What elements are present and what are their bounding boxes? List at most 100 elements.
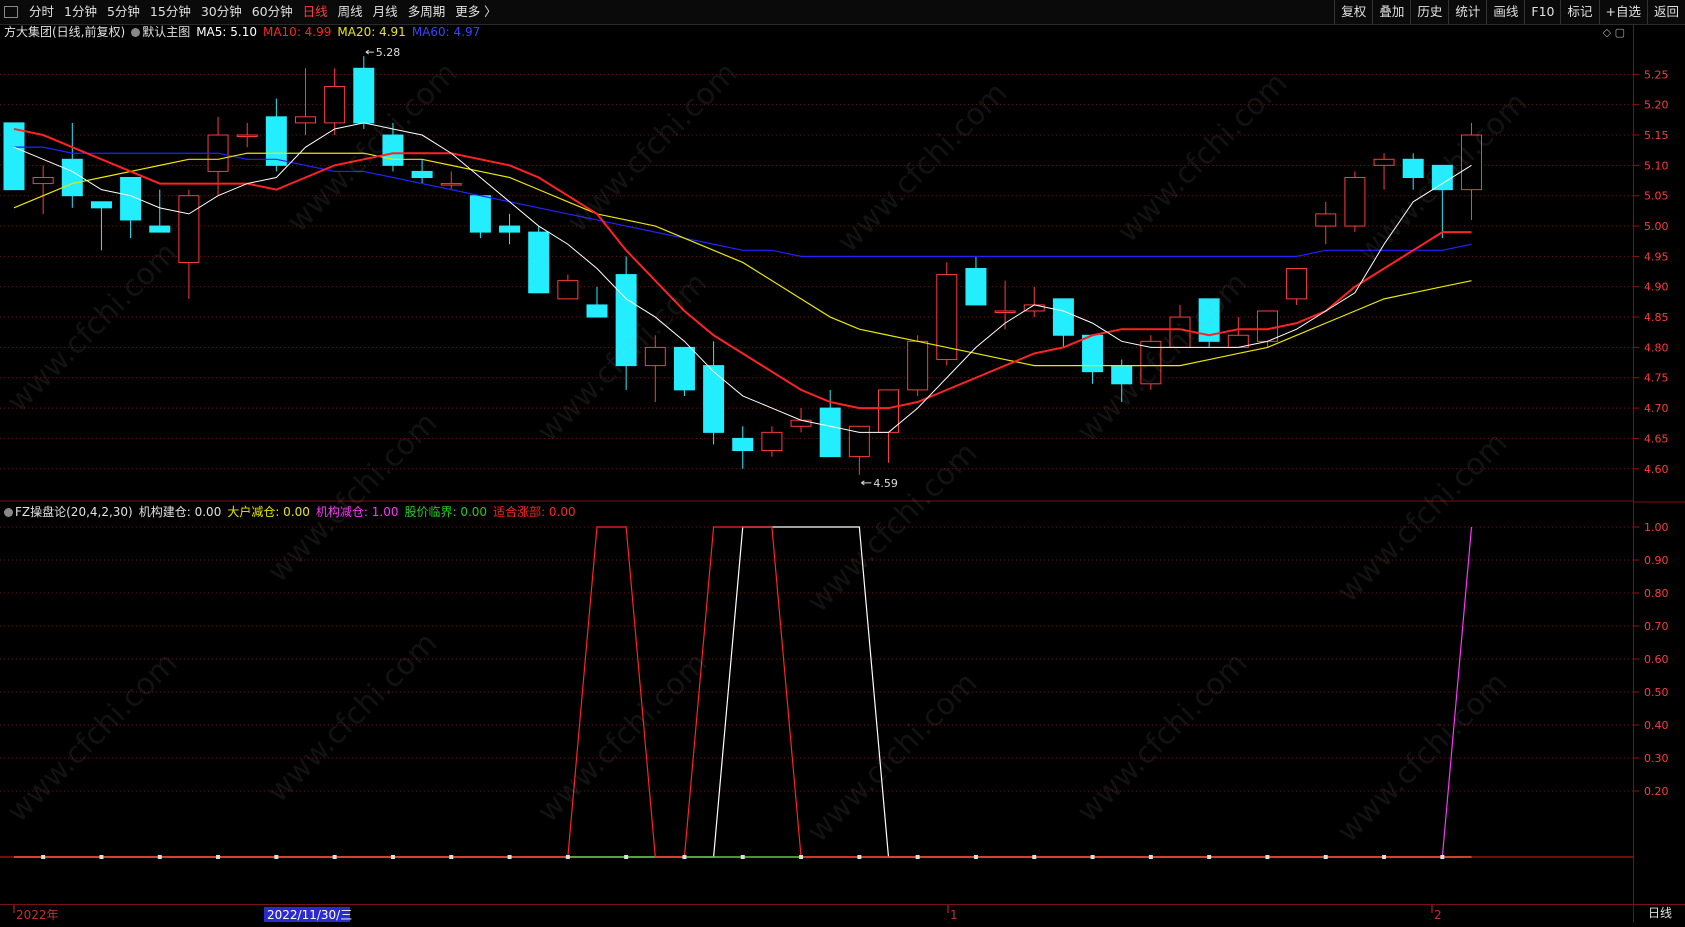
tool-button-7[interactable]: +自选: [1598, 0, 1647, 24]
ind-marker-7: [216, 855, 221, 859]
ind-tick-label-4: 0.60: [1644, 653, 1669, 666]
indicator-chart[interactable]: [0, 502, 1633, 904]
period-label[interactable]: 日线: [1633, 904, 1685, 923]
ind-tick-label-6: 0.40: [1644, 719, 1669, 732]
candle-body-38: [1111, 365, 1133, 385]
tool-button-1[interactable]: 叠加: [1372, 0, 1410, 24]
price-axis[interactable]: 5.25 5.20 5.15 5.10 5.05 5.00 4.95 4.90 4.85 4.80…: [1633, 24, 1685, 904]
indicator-name-text: FZ操盘论(20,4,2,30): [15, 505, 133, 519]
tool-button-8[interactable]: 返回: [1646, 0, 1685, 24]
price-tick-label-2: 5.15: [1644, 129, 1669, 142]
ind-marker-13: [390, 855, 395, 859]
period-tab-4[interactable]: 30分钟: [196, 0, 247, 24]
template-label[interactable]: 默认主图: [131, 24, 190, 40]
ind-marker-35: [1032, 855, 1037, 859]
ma60-line: [14, 146, 1472, 257]
price-tick-label-6: 4.95: [1644, 250, 1669, 263]
indicator-panel[interactable]: FZ操盘论(20,4,2,30) 机构建仓: 0.00 大户减仓: 0.00 机…: [0, 502, 1633, 904]
high-marker-arrow: [365, 49, 374, 55]
price-tick-label-0: 5.25: [1644, 68, 1669, 81]
tool-button-6[interactable]: 标记: [1560, 0, 1598, 24]
candle-body-3: [90, 201, 112, 209]
main-chart-panel[interactable]: 5.28 4.59 方大集团(日线,前复权) 默认主图 MA5: 5.10 MA1…: [0, 24, 1633, 502]
candle-body-8: [236, 134, 258, 138]
price-tick-label-12: 4.65: [1644, 432, 1669, 445]
candle-body-44: [1286, 268, 1308, 300]
ind-marker-15: [449, 855, 454, 859]
time-label-1: 2022/11/30/三: [267, 908, 352, 922]
ind-marker-45: [1323, 855, 1328, 859]
time-label-2: 1: [950, 908, 958, 922]
ind-marker-1: [41, 855, 46, 859]
ind-marker-43: [1265, 855, 1270, 859]
candle-body-35: [1023, 304, 1045, 312]
candle-body-0: [3, 122, 25, 191]
low-marker-arrow: [861, 480, 872, 486]
ind-marker-17: [507, 855, 512, 859]
candle-body-14: [411, 170, 433, 178]
inst-reduce-label: 机构减仓: 1.00: [315, 505, 399, 519]
ind-marker-5: [157, 855, 162, 859]
ind-marker-9: [274, 855, 279, 859]
period-tab-8[interactable]: 月线: [368, 0, 403, 24]
big-reduce-label: 大户减仓: 0.00: [227, 505, 310, 519]
indicator-info-bar: FZ操盘论(20,4,2,30) 机构建仓: 0.00 大户减仓: 0.00 机…: [4, 504, 576, 520]
ind-marker-27: [799, 855, 804, 859]
tool-button-4[interactable]: 画线: [1486, 0, 1524, 24]
window-icon[interactable]: ▢: [1615, 26, 1625, 39]
candle-body-13: [382, 134, 404, 166]
period-tab-7[interactable]: 周线: [333, 0, 368, 24]
period-tab-3[interactable]: 15分钟: [145, 0, 196, 24]
high-marker-label: 5.28: [376, 46, 401, 59]
diamond-icon[interactable]: ◇: [1603, 26, 1611, 39]
period-tab-1[interactable]: 1分钟: [59, 0, 102, 24]
period-tab-6[interactable]: 日线: [298, 0, 333, 24]
price-tick-label-9: 4.80: [1644, 341, 1669, 354]
tool-buttons: 复权 叠加 历史 统计 画线 F10 标记 +自选 返回: [1334, 0, 1685, 24]
price-tick-label-13: 4.60: [1644, 463, 1669, 476]
candle-body-47: [1373, 158, 1395, 166]
ind-marker-37: [1090, 855, 1095, 859]
ind-marker-39: [1148, 855, 1153, 859]
ma10-line: [13, 127, 1472, 410]
stock-label: 方大集团(日线,前复权): [4, 25, 126, 39]
candle-body-19: [557, 280, 579, 300]
price-tick-label-3: 5.10: [1644, 159, 1669, 172]
ind-tick-label-5: 0.50: [1644, 686, 1669, 699]
tool-button-0[interactable]: 复权: [1334, 0, 1372, 24]
menu-icon[interactable]: [4, 6, 18, 18]
candlestick-chart[interactable]: 5.28 4.59: [0, 24, 1633, 502]
ma20-label: MA20: 4.91: [337, 25, 406, 39]
period-tab-5[interactable]: 60分钟: [247, 0, 298, 24]
ind-marker-29: [857, 855, 862, 859]
ma60-label: MA60: 4.97: [411, 25, 481, 39]
ind-tick-label-3: 0.70: [1644, 620, 1669, 633]
period-tab-2[interactable]: 5分钟: [102, 0, 145, 24]
candle-body-26: [761, 431, 783, 452]
price-critical-label: 股价临界: 0.00: [404, 505, 488, 519]
candle-body-18: [528, 231, 550, 294]
time-label-3: 2: [1434, 908, 1442, 922]
candle-body-2: [61, 158, 83, 197]
ind-tick-label-7: 0.30: [1644, 752, 1669, 765]
price-tick-label-8: 4.85: [1644, 311, 1669, 324]
ind-marker-23: [682, 855, 687, 859]
candle-body-27: [790, 419, 812, 427]
period-tab-9[interactable]: 多周期: [403, 0, 451, 24]
period-tab-10[interactable]: 更多 〉: [450, 0, 501, 24]
tool-button-2[interactable]: 历史: [1410, 0, 1448, 24]
indicator-dot-icon[interactable]: [4, 508, 13, 517]
tool-button-3[interactable]: 统计: [1448, 0, 1486, 24]
panel-controls: ◇ ▢: [1603, 26, 1625, 39]
candle-body-5: [149, 225, 171, 233]
period-tab-0[interactable]: 分时: [24, 0, 59, 24]
ind-tick-label-2: 0.80: [1644, 587, 1669, 600]
indicator-name[interactable]: FZ操盘论(20,4,2,30): [4, 504, 133, 520]
candle-body-1: [32, 176, 54, 185]
candle-body-25: [732, 437, 754, 452]
time-axis-svg: 2022年 2022/11/30/三 1 2: [13, 905, 1442, 922]
ind-marker-3: [99, 855, 104, 859]
tool-button-5[interactable]: F10: [1524, 0, 1560, 24]
settings-dot-icon[interactable]: [131, 28, 141, 37]
candle-body-37: [1082, 334, 1104, 373]
